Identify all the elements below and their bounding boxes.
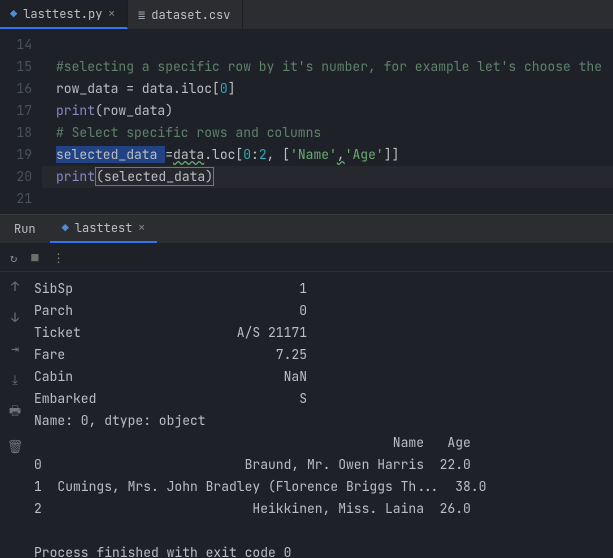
close-icon[interactable]: ✕ [138, 221, 145, 235]
scroll-down-icon[interactable]: ↓ [11, 309, 19, 326]
run-tab-lasttest[interactable]: ◆ lasttest ✕ [50, 215, 157, 243]
stop-icon[interactable]: ■ [31, 250, 38, 266]
editor-tabs: ◆ lasttest.py ✕ ≣ dataset.csv [0, 0, 613, 30]
tab-dataset[interactable]: ≣ dataset.csv [128, 0, 243, 29]
close-icon[interactable]: ✕ [108, 7, 115, 21]
run-tab-label: lasttest [75, 220, 133, 236]
print-icon[interactable]: 🖶 [9, 402, 21, 424]
trash-icon[interactable]: 🗑 [7, 438, 24, 455]
tab-label: lasttest.py [23, 6, 102, 22]
csv-icon: ≣ [138, 7, 145, 23]
tab-label: dataset.csv [151, 7, 230, 23]
scroll-up-icon[interactable]: ↑ [11, 278, 19, 295]
python-icon: ◆ [10, 6, 17, 22]
scroll-to-end-icon[interactable]: ⤓ [12, 371, 18, 388]
python-icon: ◆ [62, 220, 69, 236]
run-label: Run [0, 221, 50, 237]
soft-wrap-icon[interactable]: ⇥ [11, 340, 19, 357]
code-area[interactable]: #selecting a specific row by it's number… [42, 30, 613, 214]
run-toolwindow-header: Run ◆ lasttest ✕ [0, 214, 613, 244]
code-comment: #selecting a specific row by it's number… [56, 58, 602, 75]
console-wrap: ↑ ↓ ⇥ ⤓ 🖶 🗑 SibSp 1 Parch 0 Ticket A/S 2… [0, 272, 613, 558]
more-icon[interactable]: ⋮ [52, 250, 64, 266]
console-output[interactable]: SibSp 1 Parch 0 Ticket A/S 21171 Fare 7.… [30, 272, 613, 558]
run-toolbar: ↻ ■ ⋮ [0, 244, 613, 272]
line-gutter: 14 15 16 17 18 19 20 21 [0, 30, 42, 214]
tab-lasttest[interactable]: ◆ lasttest.py ✕ [0, 0, 128, 29]
rerun-icon[interactable]: ↻ [10, 250, 17, 266]
console-side-icons: ↑ ↓ ⇥ ⤓ 🖶 🗑 [0, 272, 30, 558]
code-comment: # Select specific rows and columns [56, 124, 321, 141]
code-editor[interactable]: 14 15 16 17 18 19 20 21 #selecting a spe… [0, 30, 613, 214]
